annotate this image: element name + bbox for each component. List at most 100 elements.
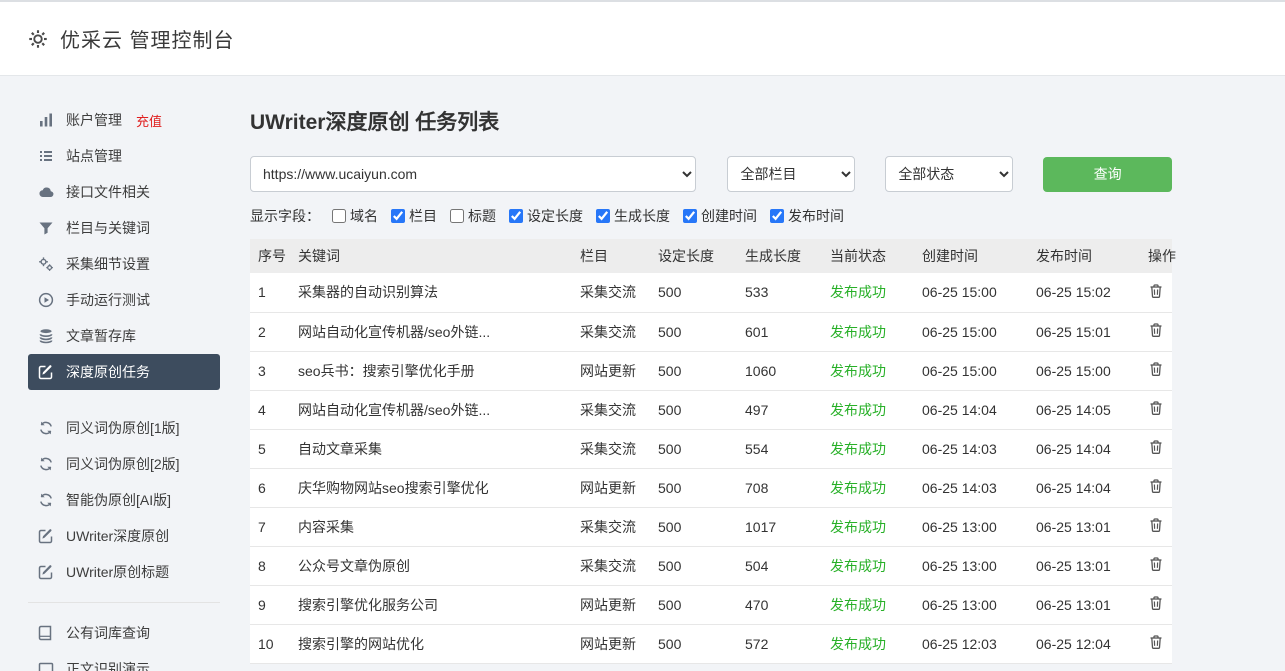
sidebar-item-collection-settings[interactable]: 采集细节设置: [28, 246, 220, 282]
cell-published: 06-25 14:04: [1028, 468, 1140, 507]
cell-set-length: 500: [650, 312, 737, 351]
sidebar-item-public-dictionary-query[interactable]: 公有词库查询: [28, 615, 220, 651]
field-checkbox-domain[interactable]: 域名: [332, 206, 378, 226]
delete-icon[interactable]: [1148, 439, 1164, 455]
cell-published: 06-25 15:00: [1028, 351, 1140, 390]
site-select[interactable]: https://www.ucaiyun.com: [250, 156, 696, 192]
sidebar-item-article-cache[interactable]: 文章暂存库: [28, 318, 220, 354]
cell-keyword: 公众号文章伪原创: [290, 546, 572, 585]
created-time-checkbox[interactable]: [683, 209, 697, 223]
checkbox-label: 生成长度: [614, 206, 670, 226]
sidebar-item-site-management[interactable]: 站点管理: [28, 138, 220, 174]
cloud-icon: [38, 184, 54, 200]
cell-published: 06-25 14:04: [1028, 429, 1140, 468]
header-created: 创建时间: [914, 239, 1028, 273]
delete-icon[interactable]: [1148, 322, 1164, 338]
cell-index: 8: [250, 546, 290, 585]
page-title: UWriter深度原创 任务列表: [250, 106, 1172, 136]
app-header: 优采云 管理控制台: [0, 0, 1285, 76]
cell-created: 06-25 15:00: [914, 273, 1028, 312]
field-checkbox-created-time[interactable]: 创建时间: [683, 206, 757, 226]
recharge-badge[interactable]: 充值: [136, 111, 162, 130]
sidebar-item-uwriter-deep-original[interactable]: UWriter深度原创: [28, 518, 220, 554]
display-fields-label: 显示字段：: [250, 206, 320, 226]
delete-icon[interactable]: [1148, 283, 1164, 299]
delete-icon[interactable]: [1148, 361, 1164, 377]
sidebar-group-gap: [28, 390, 250, 410]
sidebar-item-manual-run-test[interactable]: 手动运行测试: [28, 282, 220, 318]
cell-set-length: 500: [650, 585, 737, 624]
checkbox-label: 栏目: [409, 206, 437, 226]
app-title: 优采云 管理控制台: [60, 24, 235, 53]
status-badge: 发布成功: [822, 429, 914, 468]
table-row: 7 内容采集 采集交流 500 1017 发布成功 06-25 13:00 06…: [250, 507, 1172, 546]
delete-icon[interactable]: [1148, 556, 1164, 572]
cell-set-length: 500: [650, 429, 737, 468]
sidebar-item-label: 同义词伪原创[1版]: [66, 418, 180, 438]
sidebar-divider: [28, 602, 220, 603]
refresh-icon: [38, 420, 54, 436]
main-content: UWriter深度原创 任务列表 https://www.ucaiyun.com…: [250, 76, 1172, 671]
query-button[interactable]: 查询: [1043, 157, 1172, 192]
cell-created: 06-25 15:00: [914, 312, 1028, 351]
cell-index: 6: [250, 468, 290, 507]
chart-icon: [38, 112, 54, 128]
cell-created: 06-25 15:00: [914, 351, 1028, 390]
cell-published: 06-25 13:01: [1028, 546, 1140, 585]
sidebar-item-deep-original-tasks[interactable]: 深度原创任务: [28, 354, 220, 390]
checkbox-label: 创建时间: [701, 206, 757, 226]
set-length-checkbox[interactable]: [509, 209, 523, 223]
table-row: 4 网站自动化宣传机器/seo外链... 采集交流 500 497 发布成功 0…: [250, 390, 1172, 429]
title-checkbox[interactable]: [450, 209, 464, 223]
delete-icon[interactable]: [1148, 478, 1164, 494]
field-checkbox-set-length[interactable]: 设定长度: [509, 206, 583, 226]
delete-icon[interactable]: [1148, 400, 1164, 416]
refresh-icon: [38, 456, 54, 472]
cell-published: 06-25 13:01: [1028, 585, 1140, 624]
database-icon: [38, 328, 54, 344]
cell-created: 06-25 12:03: [914, 624, 1028, 663]
cell-keyword: 网站自动化宣传机器/seo外链...: [290, 312, 572, 351]
publish-time-checkbox[interactable]: [770, 209, 784, 223]
sidebar-item-account-management[interactable]: 账户管理 充值: [28, 102, 220, 138]
sidebar-item-columns-keywords[interactable]: 栏目与关键词: [28, 210, 220, 246]
sidebar-item-label: 深度原创任务: [66, 362, 150, 382]
sidebar-item-synonym-pseudo-v1[interactable]: 同义词伪原创[1版]: [28, 410, 220, 446]
edit-icon: [38, 364, 54, 380]
field-checkbox-column[interactable]: 栏目: [391, 206, 437, 226]
delete-icon[interactable]: [1148, 517, 1164, 533]
sidebar-item-uwriter-original-title[interactable]: UWriter原创标题: [28, 554, 220, 590]
cell-keyword: 自动文章采集: [290, 429, 572, 468]
cell-keyword: 采集器的自动识别算法: [290, 273, 572, 312]
sidebar-item-label: 账户管理: [66, 110, 122, 130]
cell-index: 3: [250, 351, 290, 390]
cell-gen-length: 470: [737, 585, 822, 624]
field-checkbox-publish-time[interactable]: 发布时间: [770, 206, 844, 226]
delete-icon[interactable]: [1148, 634, 1164, 650]
cell-column: 采集交流: [572, 546, 650, 585]
cell-column: 网站更新: [572, 351, 650, 390]
list-icon: [38, 148, 54, 164]
sidebar-item-ai-pseudo-original[interactable]: 智能伪原创[AI版]: [28, 482, 220, 518]
sidebar-item-synonym-pseudo-v2[interactable]: 同义词伪原创[2版]: [28, 446, 220, 482]
checkbox-label: 域名: [350, 206, 378, 226]
field-checkbox-title[interactable]: 标题: [450, 206, 496, 226]
cell-gen-length: 1017: [737, 507, 822, 546]
checkbox-label: 设定长度: [527, 206, 583, 226]
field-checkbox-gen-length[interactable]: 生成长度: [596, 206, 670, 226]
sidebar-item-content-recognition-demo[interactable]: 正文识别演示: [28, 651, 220, 671]
sidebar-item-label: 站点管理: [66, 146, 122, 166]
status-select[interactable]: 全部状态: [885, 156, 1013, 192]
cell-set-length: 500: [650, 468, 737, 507]
gen-length-checkbox[interactable]: [596, 209, 610, 223]
sidebar-item-interface-files[interactable]: 接口文件相关: [28, 174, 220, 210]
sidebar-item-label: 接口文件相关: [66, 182, 150, 202]
column-checkbox[interactable]: [391, 209, 405, 223]
table-row: 1 采集器的自动识别算法 采集交流 500 533 发布成功 06-25 15:…: [250, 273, 1172, 312]
sidebar-item-label: UWriter原创标题: [66, 562, 169, 582]
delete-icon[interactable]: [1148, 595, 1164, 611]
cell-published: 06-25 13:01: [1028, 507, 1140, 546]
cell-gen-length: 554: [737, 429, 822, 468]
domain-checkbox[interactable]: [332, 209, 346, 223]
column-select[interactable]: 全部栏目: [727, 156, 855, 192]
